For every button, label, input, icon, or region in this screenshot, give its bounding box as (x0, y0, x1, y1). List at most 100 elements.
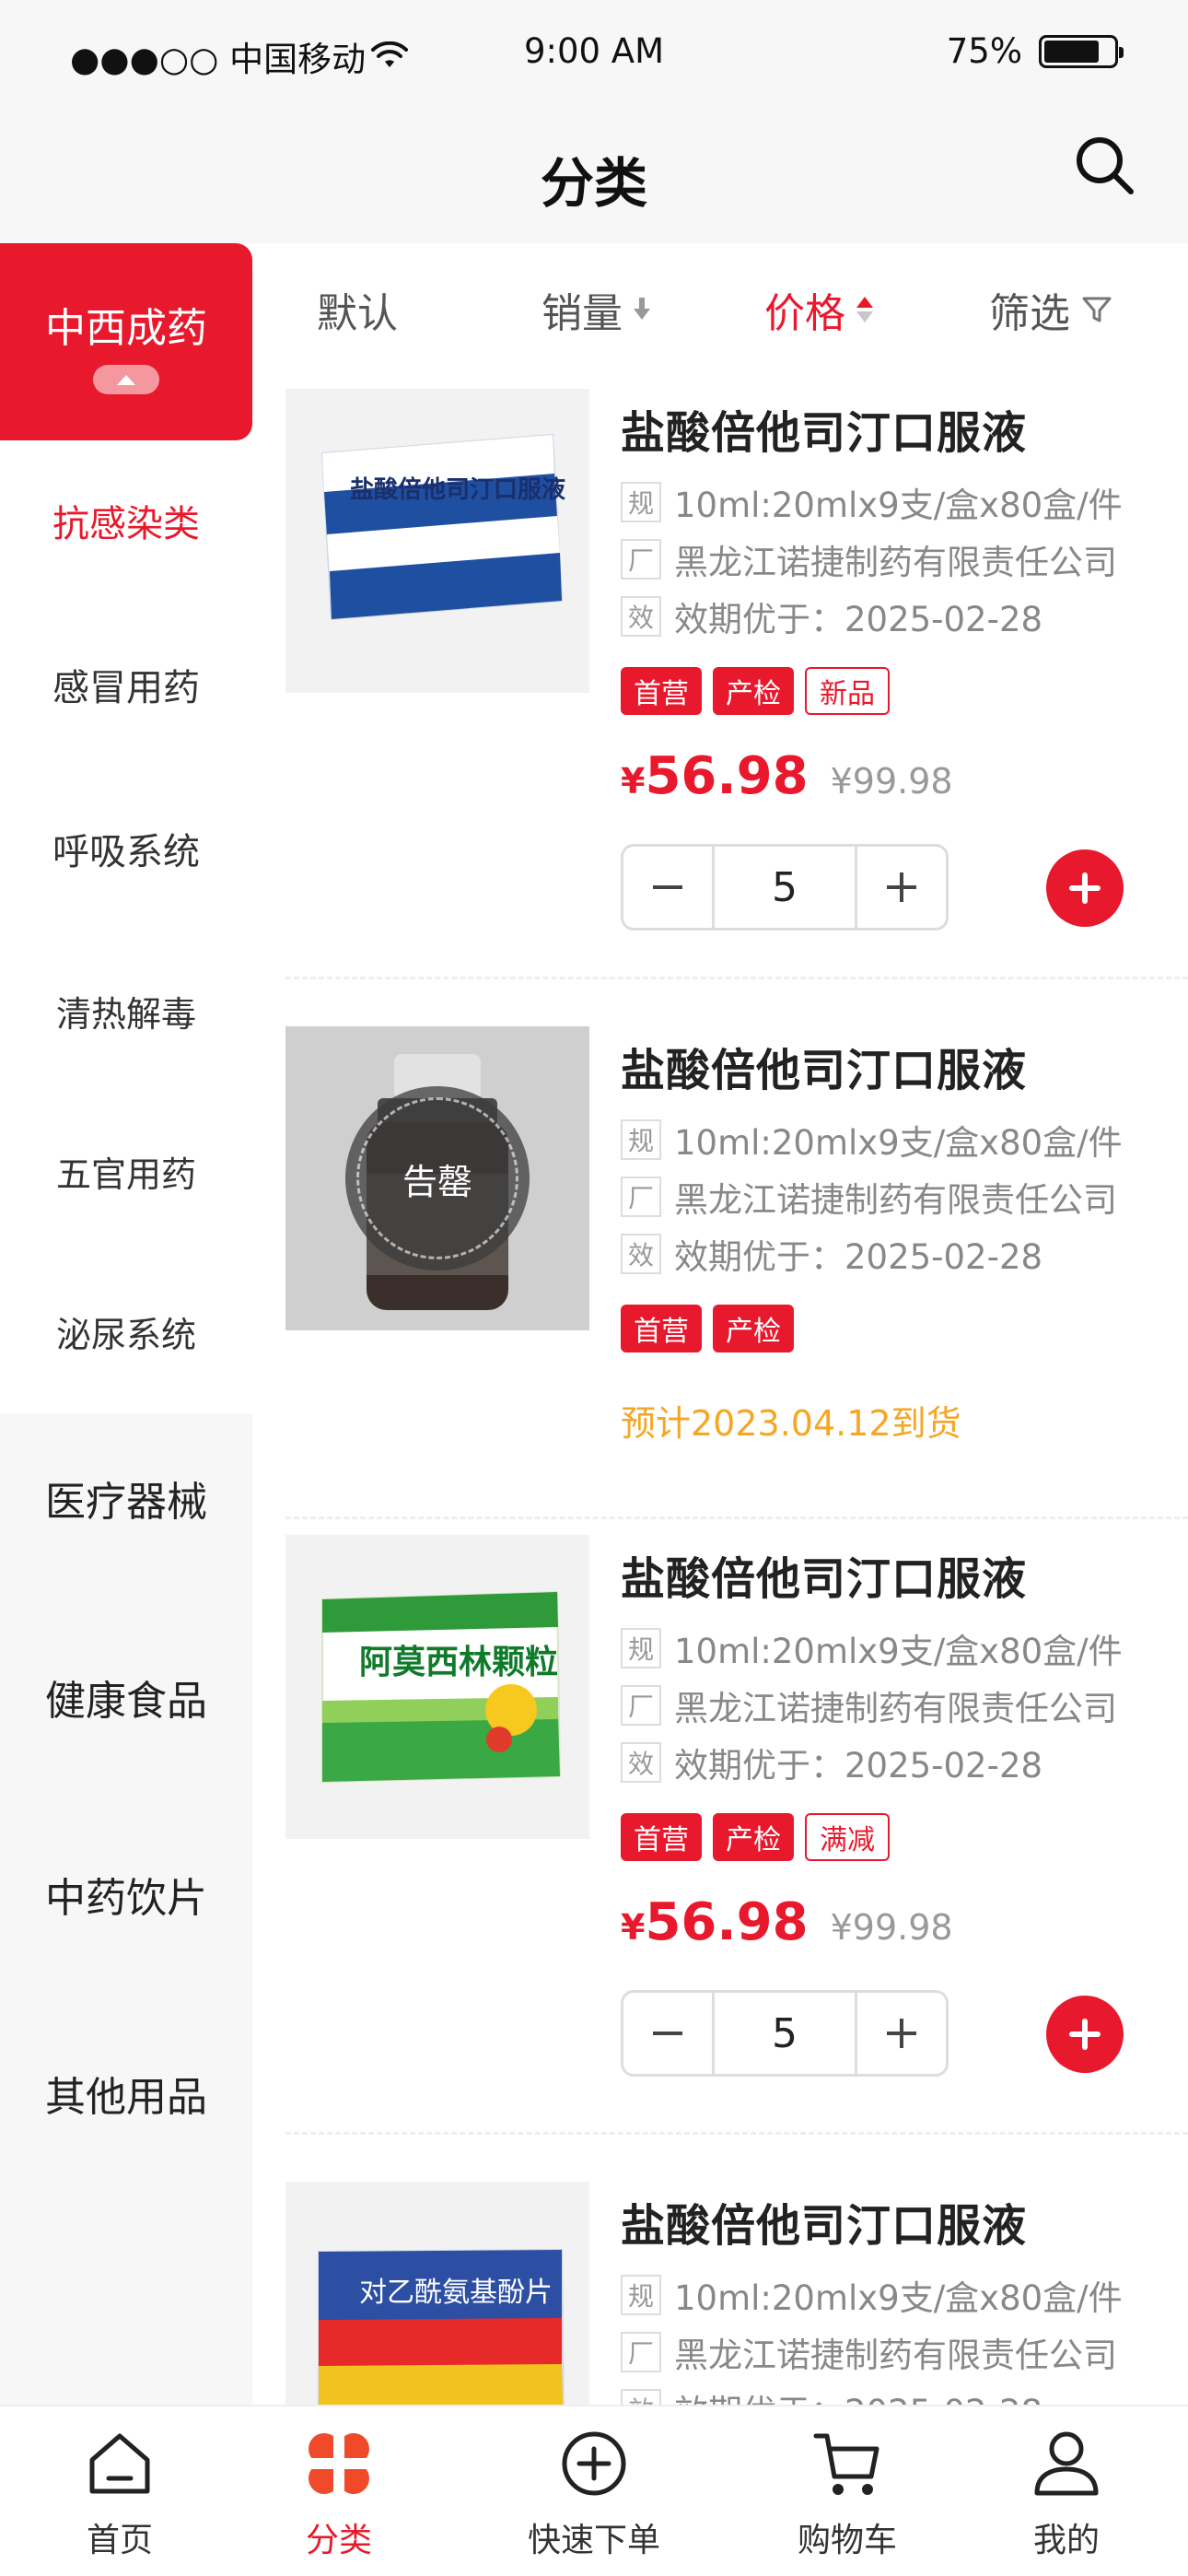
tag-inspection: 产检 (713, 1305, 794, 1352)
add-to-cart-button[interactable] (1046, 1996, 1124, 2073)
product-card[interactable]: 阿莫西林颗粒 盐酸倍他司汀口服液 规 10ml:20mlx9支/盒x80盒/件 … (252, 1535, 1188, 2135)
filter-icon (1082, 297, 1112, 322)
box-label: 盐酸倍他司汀口服液 (350, 475, 565, 504)
tab-cart-label: 购物车 (797, 2522, 897, 2559)
cart-icon (813, 2433, 879, 2495)
sort-price[interactable]: 价格 (764, 280, 873, 339)
add-to-cart-button[interactable] (1046, 849, 1124, 927)
spec-text: 10ml:20mlx9支/盒x80盒/件 (674, 486, 1123, 525)
tab-profile[interactable]: 我的 (974, 2427, 1159, 2561)
increase-button[interactable] (857, 1993, 946, 2074)
tab-home[interactable]: 首页 (28, 2427, 212, 2561)
sort-sales[interactable]: 销量 (542, 280, 650, 339)
tag-first-sale: 首营 (621, 667, 702, 715)
search-icon[interactable] (1068, 129, 1142, 203)
page-title: 分类 (540, 152, 647, 215)
product-name[interactable]: 盐酸倍他司汀口服液 (621, 1034, 1027, 1098)
product-name[interactable]: 盐酸倍他司汀口服液 (621, 396, 1027, 461)
product-image[interactable]: 盐酸倍他司汀口服液 (285, 389, 589, 693)
spec-text: 10ml:20mlx9支/盒x80盒/件 (674, 2278, 1123, 2318)
spec-row: 规 10ml:20mlx9支/盒x80盒/件 (621, 1115, 1123, 1165)
battery-icon (1039, 34, 1124, 68)
sort-down-icon (634, 298, 650, 320)
sidebar-item[interactable]: 中药饮片 (0, 1865, 252, 1924)
medicine-box-image: 阿莫西林颗粒 (285, 1535, 589, 1839)
product-tags: 首营 产检 (621, 1305, 794, 1352)
sidebar-subitem[interactable]: 感冒用药 (0, 658, 252, 711)
quantity-input[interactable]: 5 (712, 847, 857, 928)
sort-default[interactable]: 默认 (317, 280, 398, 339)
product-name[interactable]: 盐酸倍他司汀口服液 (621, 1542, 1027, 1607)
product-card[interactable]: 盐酸倍他司汀口服液 盐酸倍他司汀口服液 规 10ml:20mlx9支/盒x80盒… (252, 389, 1188, 979)
product-tags: 首营 产检 新品 (621, 667, 890, 715)
sidebar-item[interactable]: 医疗器械 (0, 1469, 252, 1528)
quantity-stepper: 5 (621, 844, 949, 931)
expiry-tag: 效 (621, 596, 661, 637)
product-image[interactable]: 告罄 (285, 1026, 589, 1330)
increase-button[interactable] (857, 847, 946, 928)
spec-text: 10ml:20mlx9支/盒x80盒/件 (674, 1632, 1123, 1671)
status-bar: ●●●○○ 中国移动 9:00 AM 75% (0, 0, 1188, 109)
spec-row: 规 10ml:20mlx9支/盒x80盒/件 (621, 1623, 1123, 1673)
tab-quick-order[interactable]: 快速下单 (502, 2427, 686, 2561)
maker-text: 黑龙江诺捷制药有限责任公司 (674, 1180, 1117, 1220)
maker-text: 黑龙江诺捷制药有限责任公司 (674, 2336, 1117, 2375)
box-label: 对乙酰氨基酚片 (359, 2277, 553, 2309)
tab-home-label: 首页 (86, 2522, 153, 2559)
battery-status: 75% (947, 31, 1124, 71)
quantity-input[interactable]: 5 (712, 1993, 857, 2074)
product-name[interactable]: 盐酸倍他司汀口服液 (621, 2189, 1027, 2254)
maker-row: 厂 黑龙江诺捷制药有限责任公司 (621, 534, 1117, 584)
sidebar-subitem-selected[interactable]: 抗感染类 (0, 494, 252, 547)
maker-tag: 厂 (621, 2332, 661, 2372)
category-sidebar: 中西成药 抗感染类 感冒用药 呼吸系统 清热解毒 五官用药 泌尿系统 医疗器械 … (0, 243, 252, 2405)
sidebar-item-active[interactable]: 中西成药 (0, 243, 252, 440)
sold-out-badge: 告罄 (345, 1086, 530, 1270)
maker-tag: 厂 (621, 1177, 661, 1217)
decrease-button[interactable] (623, 847, 712, 928)
expiry-tag: 效 (621, 1742, 661, 1783)
sidebar-subitem[interactable]: 清热解毒 (0, 986, 252, 1036)
sidebar-subitem[interactable]: 呼吸系统 (0, 822, 252, 875)
product-image[interactable]: 对乙酰氨基酚片 (285, 2182, 589, 2405)
collapse-arrow-icon[interactable] (93, 365, 159, 394)
spec-tag: 规 (621, 1119, 661, 1160)
product-image[interactable]: 阿莫西林颗粒 (285, 1535, 589, 1839)
minus-icon (653, 885, 682, 889)
tab-cart[interactable]: 购物车 (755, 2427, 939, 2561)
price-row: ¥56.98 ¥99.98 (621, 746, 953, 806)
current-price: ¥56.98 (621, 746, 809, 806)
sidebar-item[interactable]: 其他用品 (0, 2064, 252, 2123)
sort-default-label: 默认 (317, 290, 398, 337)
arrival-estimate: 预计2023.04.12到货 (621, 1403, 961, 1444)
spec-text: 10ml:20mlx9支/盒x80盒/件 (674, 1123, 1123, 1163)
original-price: ¥99.98 (830, 761, 953, 802)
spec-tag: 规 (621, 2275, 661, 2315)
tab-category[interactable]: 分类 (247, 2427, 431, 2561)
filter-button[interactable]: 筛选 (989, 280, 1112, 339)
sidebar-item[interactable]: 健康食品 (0, 1668, 252, 1727)
spec-tag: 规 (621, 1628, 661, 1669)
product-card[interactable]: 告罄 盐酸倍他司汀口服液 规 10ml:20mlx9支/盒x80盒/件 厂 黑龙… (252, 1026, 1188, 1524)
decrease-button[interactable] (623, 1993, 712, 2074)
expiry-tag: 效 (621, 1234, 661, 1274)
expiry-text: 效期优于：2025-02-28 (674, 2384, 1042, 2405)
spec-tag: 规 (621, 482, 661, 522)
filter-label: 筛选 (989, 290, 1070, 337)
expiry-row: 效 效期优于：2025-02-28 (621, 1738, 1042, 1787)
plus-icon (887, 2019, 916, 2048)
product-card[interactable]: 对乙酰氨基酚片 盐酸倍他司汀口服液 规 10ml:20mlx9支/盒x80盒/件… (252, 2182, 1188, 2405)
expiry-tag: 效 (621, 2389, 661, 2405)
maker-text: 黑龙江诺捷制药有限责任公司 (674, 543, 1117, 582)
plus-icon (887, 872, 916, 902)
spec-row: 规 10ml:20mlx9支/盒x80盒/件 (621, 477, 1123, 527)
minus-icon (653, 2032, 682, 2035)
sort-arrows-icon (856, 297, 873, 322)
nav-bar: 分类 (0, 109, 1188, 243)
sort-price-label: 价格 (764, 290, 845, 337)
original-price: ¥99.98 (830, 1907, 953, 1948)
sidebar-subitem[interactable]: 五官用药 (0, 1146, 252, 1197)
maker-text: 黑龙江诺捷制药有限责任公司 (674, 1689, 1117, 1728)
sidebar-subitem[interactable]: 泌尿系统 (0, 1306, 252, 1357)
maker-tag: 厂 (621, 1685, 661, 1726)
